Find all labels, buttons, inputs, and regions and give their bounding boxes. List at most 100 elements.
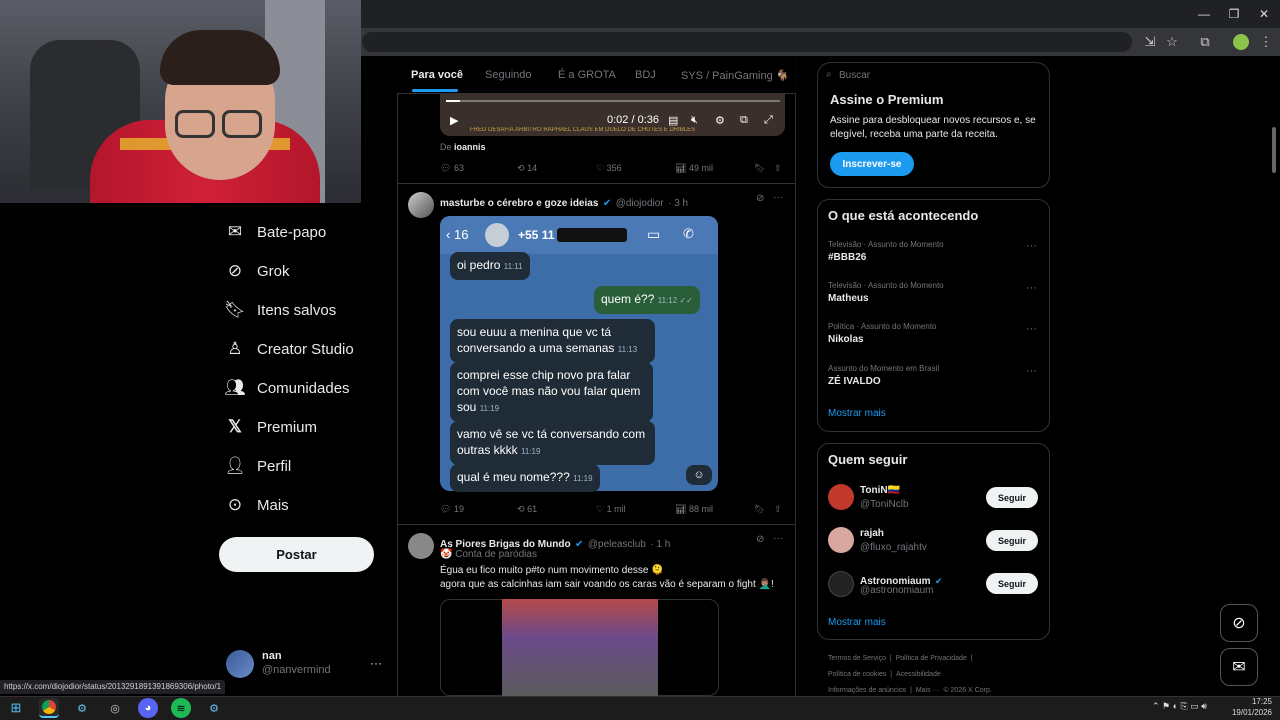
- trend-name[interactable]: ZÉ IVALDO: [828, 376, 881, 387]
- steam-icon-2[interactable]: ⚙: [204, 698, 224, 718]
- settings-icon[interactable]: ⚙: [715, 114, 725, 127]
- nav-premium[interactable]: 𝕏 Premium: [222, 409, 392, 445]
- chat-back: ‹ 16: [446, 227, 468, 242]
- trend-name[interactable]: Matheus: [828, 293, 869, 304]
- play-icon[interactable]: ▶: [450, 114, 458, 127]
- cookies-link[interactable]: Política de cookies: [828, 671, 886, 678]
- reply-button[interactable]: 💬︎ 63: [440, 163, 464, 174]
- tab-sys-paingaming[interactable]: SYS / PainGaming 🐐: [681, 69, 789, 82]
- restore-button[interactable]: ❐: [1222, 6, 1246, 22]
- obs-icon[interactable]: ◎: [105, 698, 125, 718]
- tray-time[interactable]: 17:25: [1240, 697, 1272, 706]
- follow-button[interactable]: Seguir: [986, 530, 1038, 551]
- nav-creator-studio[interactable]: ♙ Creator Studio: [222, 331, 392, 367]
- tray-icons[interactable]: ⌃ ⚑ ◐ ⎘ ▭ 🔊︎: [1152, 701, 1207, 712]
- chrome-icon[interactable]: [39, 698, 59, 718]
- video-progress-track[interactable]: [446, 100, 780, 102]
- reply-button[interactable]: 💬︎ 19: [440, 504, 464, 515]
- steam-icon[interactable]: ⚙: [72, 698, 92, 718]
- follow-handle[interactable]: @astronomiaum: [860, 585, 934, 596]
- profile-icon[interactable]: [1233, 34, 1249, 50]
- privacy-link[interactable]: Política de Privacidade: [896, 655, 967, 662]
- spotify-icon[interactable]: ≋: [171, 698, 191, 718]
- share-icon[interactable]: ⇧: [774, 163, 782, 174]
- post-more-icon[interactable]: ···: [773, 533, 783, 544]
- windows-start-icon[interactable]: ⊞: [6, 698, 26, 718]
- post-media-image[interactable]: [502, 599, 658, 696]
- tab-for-you[interactable]: Para você: [411, 69, 463, 81]
- ads-info-link[interactable]: Informações de anúncios: [828, 687, 906, 694]
- follow-handle[interactable]: @ToniNclb: [860, 499, 909, 510]
- tab-e-a-grota[interactable]: É a GROTA: [558, 69, 616, 81]
- follow-name[interactable]: rajah: [860, 528, 884, 539]
- star-icon[interactable]: ☆: [1163, 33, 1181, 51]
- follow-button[interactable]: Seguir: [986, 573, 1038, 594]
- views-button[interactable]: 📊︎ 49 mil: [675, 163, 713, 174]
- trend-more-icon[interactable]: ···: [1026, 365, 1037, 377]
- address-bar[interactable]: [362, 32, 1132, 52]
- account-avatar[interactable]: [226, 650, 254, 678]
- captions-icon[interactable]: ▤: [668, 114, 678, 127]
- trend-more-icon[interactable]: ···: [1026, 282, 1037, 294]
- accessibility-link[interactable]: Acessibilidade: [896, 671, 941, 678]
- more-link[interactable]: Mais ···: [916, 687, 940, 694]
- pip-icon[interactable]: ⧉: [740, 114, 748, 127]
- install-icon[interactable]: ⇲: [1141, 33, 1159, 51]
- bookmark-post-icon[interactable]: 🔖︎: [754, 163, 765, 174]
- follow-name[interactable]: ToniN🇨🇴: [860, 485, 900, 496]
- bookmark-icon: 🔖︎: [224, 300, 246, 319]
- repost-button[interactable]: ⟲ 61: [517, 504, 537, 515]
- minimize-button[interactable]: —: [1192, 6, 1216, 22]
- mute-icon[interactable]: 🔇︎: [691, 114, 698, 127]
- fullscreen-icon[interactable]: ⤢: [764, 114, 773, 127]
- nav-grok[interactable]: ⊘ Grok: [222, 253, 392, 289]
- follow-avatar[interactable]: [828, 571, 854, 597]
- tab-following[interactable]: Seguindo: [485, 69, 532, 81]
- nav-bookmarks[interactable]: 🔖︎ Itens salvos: [222, 292, 392, 328]
- menu-icon[interactable]: ⋮: [1257, 33, 1275, 51]
- like-button[interactable]: ♡ 1 mil: [596, 504, 626, 515]
- follow-handle[interactable]: @fluxo_rajahtv: [860, 542, 927, 553]
- post-author-name[interactable]: masturbe o cérebro e goze ideias: [440, 198, 598, 209]
- subscribe-button[interactable]: Inscrever-se: [830, 152, 914, 176]
- messages-fab-icon[interactable]: ✉: [1220, 648, 1258, 686]
- grok-post-icon[interactable]: ⊘: [756, 534, 764, 545]
- from-user[interactable]: ioannis: [454, 142, 486, 152]
- bookmark-post-icon[interactable]: 🔖︎: [754, 504, 765, 515]
- post-button[interactable]: Postar: [219, 537, 374, 572]
- account-menu-icon[interactable]: ···: [370, 656, 382, 670]
- discord-icon[interactable]: ◕: [138, 698, 158, 718]
- post-author-handle[interactable]: @peleasclub: [588, 539, 646, 550]
- follow-button[interactable]: Seguir: [986, 487, 1038, 508]
- close-button[interactable]: ✕: [1252, 6, 1276, 22]
- nav-communities[interactable]: 👥︎ Comunidades: [222, 370, 392, 406]
- post-time[interactable]: · 1 h: [650, 539, 670, 550]
- views-button[interactable]: 📊︎ 88 mil: [675, 504, 713, 515]
- terms-link[interactable]: Termos de Serviço: [828, 655, 886, 662]
- post-more-icon[interactable]: ···: [773, 192, 783, 203]
- post-avatar[interactable]: [408, 192, 434, 218]
- follow-avatar[interactable]: [828, 527, 854, 553]
- trend-more-icon[interactable]: ···: [1026, 323, 1037, 335]
- trend-name[interactable]: #BBB26: [828, 252, 866, 263]
- post-avatar[interactable]: [408, 533, 434, 559]
- nav-profile[interactable]: 👤︎ Perfil: [222, 448, 392, 484]
- trend-name[interactable]: Nikolas: [828, 334, 864, 345]
- nav-chat[interactable]: ✉ Bate-papo: [222, 214, 392, 250]
- tray-date[interactable]: 19/01/2026: [1226, 708, 1272, 717]
- grok-fab-icon[interactable]: ⊘: [1220, 604, 1258, 642]
- post-time[interactable]: · 3 h: [668, 198, 688, 209]
- nav-more[interactable]: ⊙ Mais: [222, 487, 392, 523]
- extensions-icon[interactable]: ⧉: [1196, 33, 1214, 51]
- trends-show-more[interactable]: Mostrar mais: [828, 408, 886, 419]
- scrollbar-thumb[interactable]: [1272, 127, 1276, 173]
- grok-post-icon[interactable]: ⊘: [756, 193, 764, 204]
- follow-avatar[interactable]: [828, 484, 854, 510]
- post-author-handle[interactable]: @diojodior: [616, 198, 664, 209]
- share-icon[interactable]: ⇧: [774, 504, 782, 515]
- like-button[interactable]: ♡ 356: [596, 163, 622, 174]
- repost-button[interactable]: ⟲ 14: [517, 163, 537, 174]
- trend-more-icon[interactable]: ···: [1026, 240, 1037, 252]
- follow-show-more[interactable]: Mostrar mais: [828, 617, 886, 628]
- tab-bdj[interactable]: BDJ: [635, 69, 656, 81]
